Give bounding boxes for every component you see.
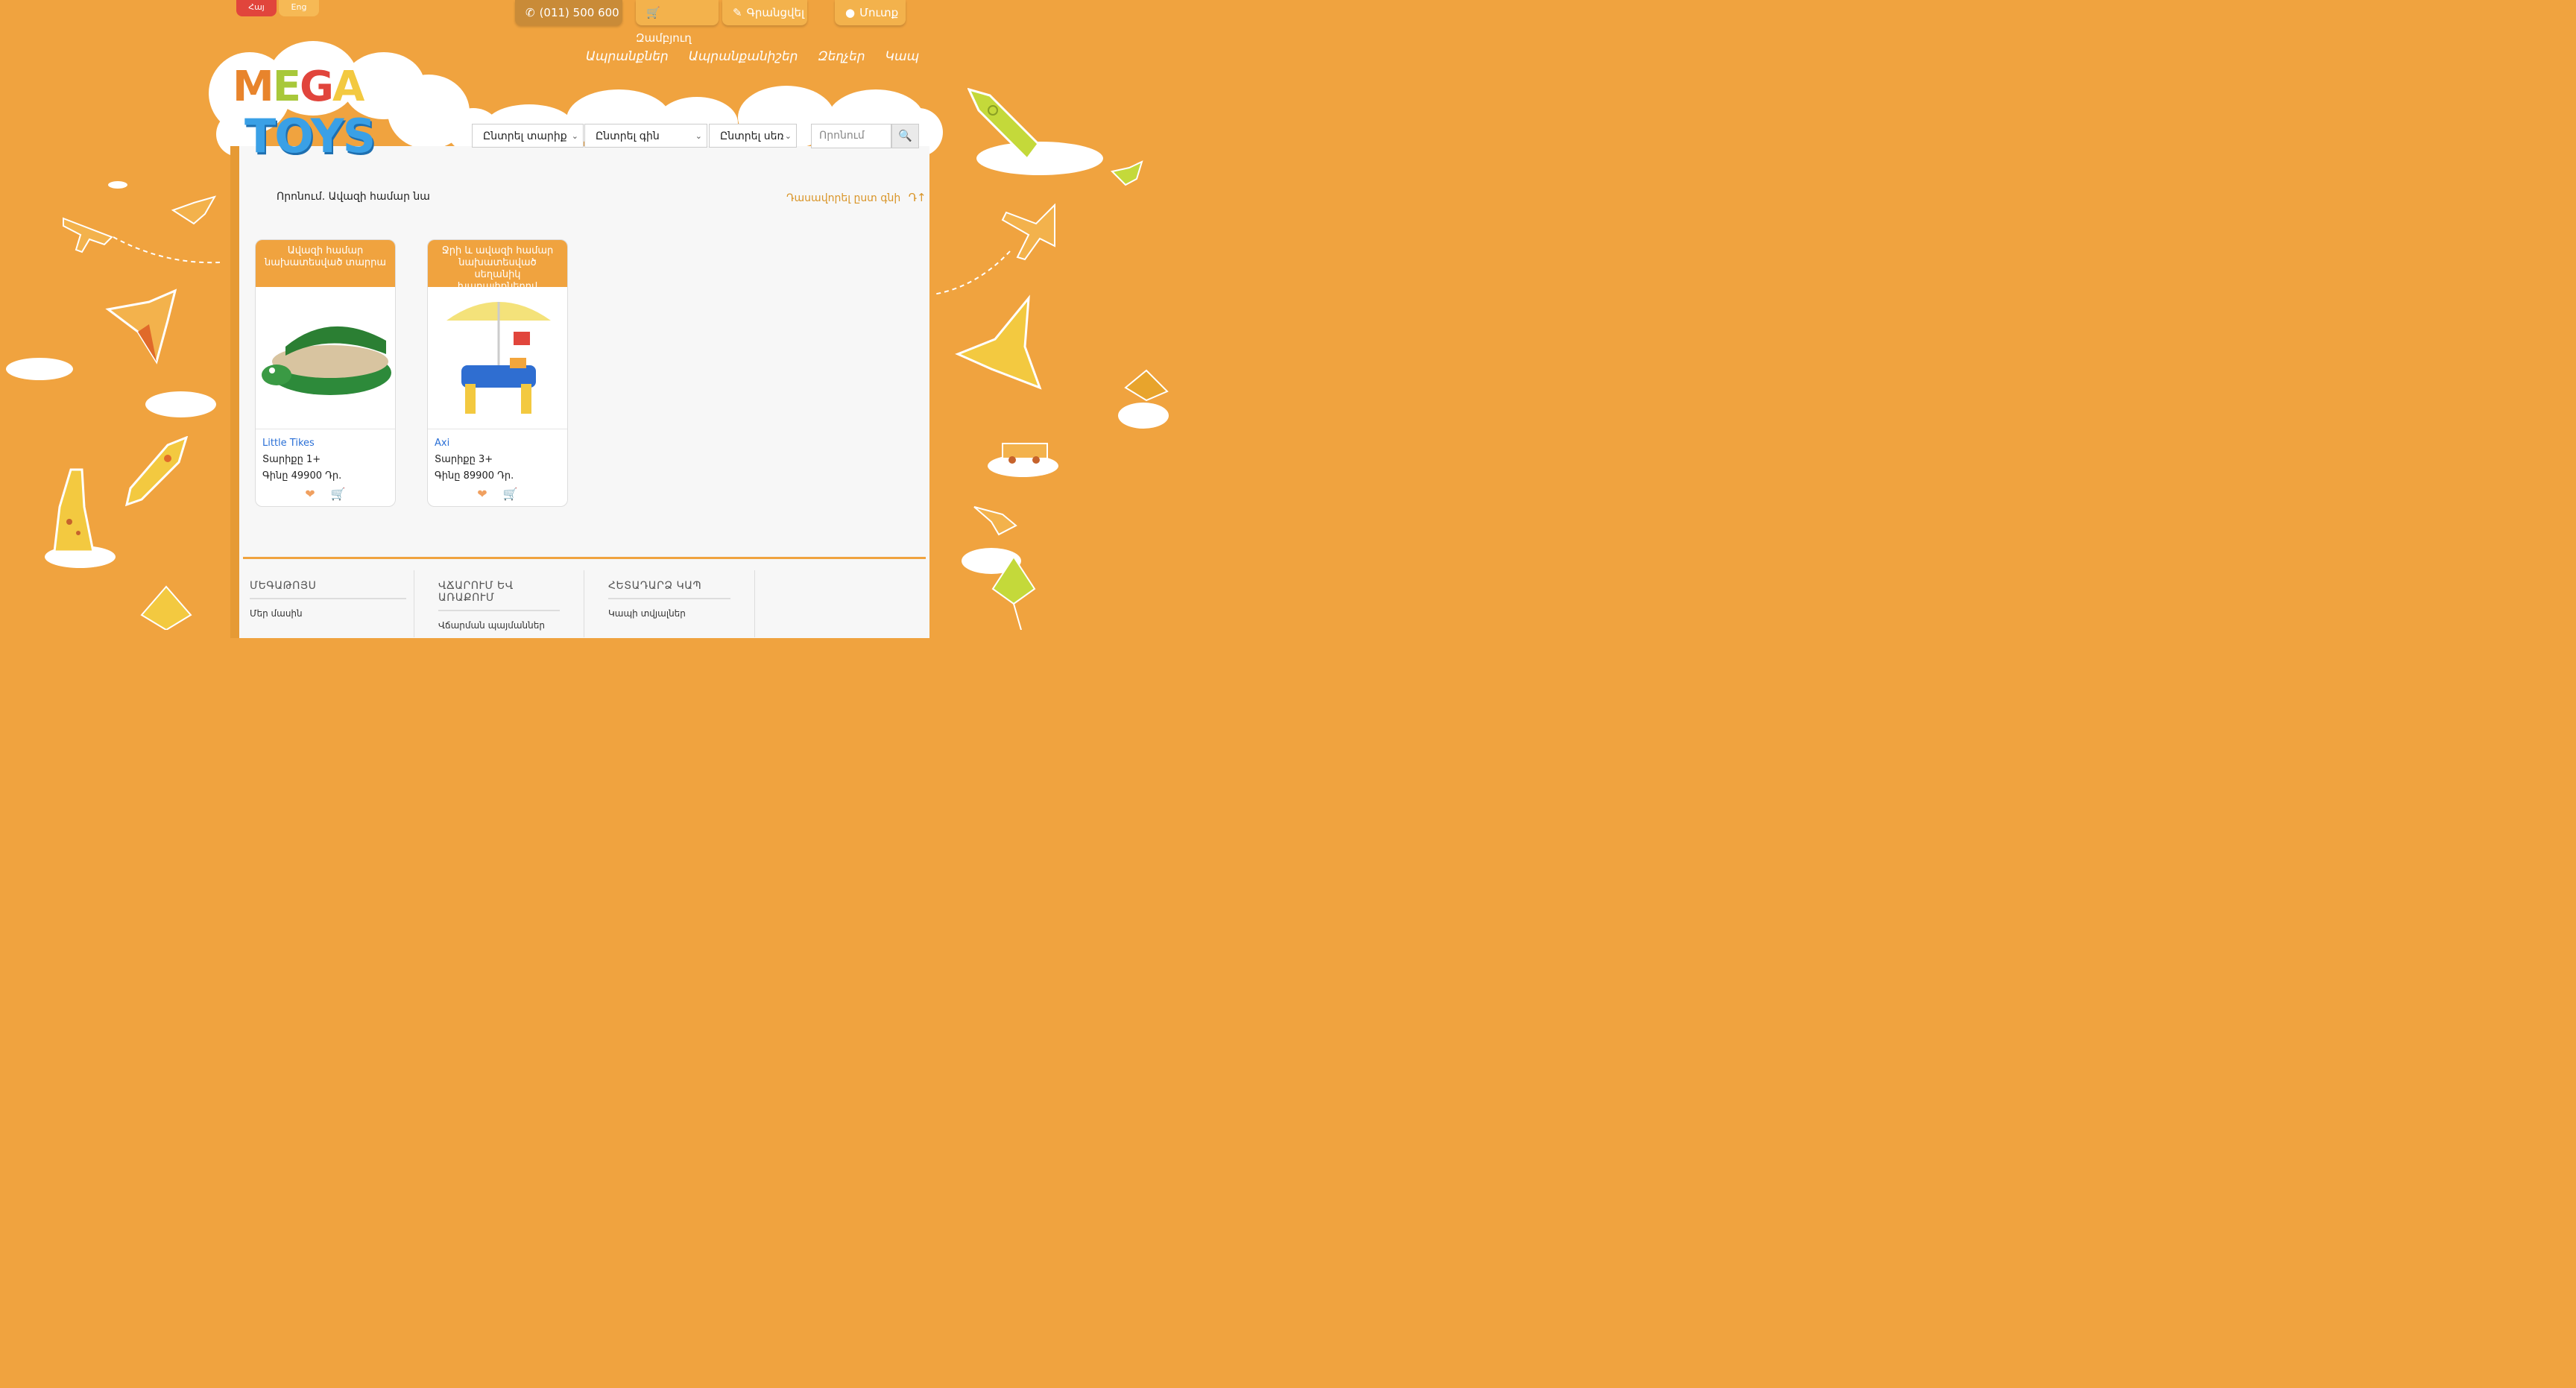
- cart-label: Զամբյուղ: [636, 31, 692, 45]
- favorite-heart-icon[interactable]: ❤: [305, 487, 315, 501]
- language-en-button[interactable]: Eng: [279, 0, 319, 16]
- product-card[interactable]: Ավազի համար նախատեսված տարրա Little Tike…: [255, 239, 396, 507]
- cloud-decoration: [6, 358, 73, 380]
- search-input[interactable]: Որոնում: [811, 124, 891, 148]
- footer-column-megatoys: ՄԵԳԱԹՈՅՍ Մեր մասին: [250, 580, 406, 619]
- nav-discounts[interactable]: Զեղչեր: [818, 49, 865, 64]
- footer-divider: [243, 557, 926, 559]
- product-age: Տարիքը 3+: [435, 454, 493, 465]
- main-nav: Ապրանքներ Ապրանքանիշեր Զեղչեր Կապ: [586, 49, 919, 64]
- cloud-decoration: [1118, 403, 1169, 429]
- gender-select[interactable]: Ընտրել սեռ ⌄: [709, 124, 797, 148]
- product-actions: ❤ 🛒: [256, 487, 395, 501]
- rocket-icon: [967, 88, 1040, 161]
- rocket-icon: [124, 436, 189, 507]
- nav-brands[interactable]: Ապրանքանիշեր: [689, 49, 798, 64]
- footer-heading-bar: [250, 598, 406, 599]
- nav-products[interactable]: Ապրանքներ: [586, 49, 669, 64]
- sort-arrow-icon: Դ↑: [908, 191, 926, 204]
- logo-toys: TOYS: [244, 109, 376, 163]
- footer-heading-bar: [438, 610, 560, 611]
- footer-column-contact: ՀԵՏԱԴԱՐՁ ԿԱՊ Կապի տվյալներ: [608, 580, 730, 619]
- logo-mega: MEGA: [233, 63, 364, 111]
- cloud-decoration: [108, 181, 127, 189]
- cart-button[interactable]: 🛒 Զամբյուղ: [636, 0, 719, 45]
- cart-icon: 🛒: [646, 6, 660, 19]
- bird-icon: [105, 288, 177, 365]
- product-image[interactable]: [428, 287, 567, 429]
- kite-icon: [140, 585, 192, 630]
- phone-number: (011) 500 600: [539, 6, 619, 19]
- bird-icon: [171, 195, 216, 225]
- product-price: Գինը 49900 Դր.: [262, 470, 342, 482]
- chevron-down-icon: ⌄: [571, 131, 578, 141]
- bird-icon: [955, 294, 1042, 390]
- chevron-down-icon: ⌄: [784, 131, 792, 141]
- bird-icon: [1124, 369, 1169, 402]
- register-icon: ✎: [733, 6, 742, 19]
- turtle-sandbox-image: [262, 326, 391, 395]
- footer-heading: ՎՃԱՐՈՒՄ ԵՎ ԱՌԱՔՈՒՄ: [438, 580, 514, 604]
- phone-button[interactable]: ✆ (011) 500 600: [515, 0, 622, 25]
- footer-column-payment: ՎՃԱՐՈՒՄ ԵՎ ԱՌԱՔՈՒՄ Վճարման պայմաններ: [438, 580, 560, 631]
- footer-heading-bar: [608, 598, 730, 599]
- login-button[interactable]: ● Մուտք: [835, 0, 906, 25]
- language-hy-button[interactable]: Հայ: [236, 0, 277, 16]
- sort-by-price-button[interactable]: Դասավորել ըստ գնի Դ↑: [786, 191, 926, 204]
- add-to-cart-icon[interactable]: 🛒: [331, 487, 346, 501]
- product-title[interactable]: Ավազի համար նախատեսված տարրա: [256, 240, 395, 287]
- product-image[interactable]: [256, 287, 395, 429]
- search-button[interactable]: 🔍: [891, 124, 919, 148]
- price-select-label: Ընտրել գին: [596, 130, 660, 142]
- bird-icon: [973, 506, 1017, 536]
- search-results-label: Որոնում. Ավազի համար նա: [277, 191, 430, 203]
- train-icon: [1002, 443, 1048, 464]
- kite-icon: [991, 555, 1036, 630]
- footer-separator: [754, 570, 755, 637]
- plane-icon: [63, 217, 113, 253]
- age-select[interactable]: Ընտրել տարիք ⌄: [472, 124, 584, 148]
- product-card[interactable]: Ջրի և ավազի համար նախատեսված սեղանիկ խաղ…: [427, 239, 568, 507]
- footer-link[interactable]: Մեր մասին: [250, 608, 406, 619]
- login-label: Մուտք: [859, 6, 899, 19]
- user-icon: ●: [845, 6, 856, 19]
- gender-select-label: Ընտրել սեռ: [720, 130, 784, 142]
- footer-link[interactable]: Վճարման պայմաններ: [438, 620, 560, 631]
- add-to-cart-icon[interactable]: 🛒: [503, 487, 518, 501]
- register-label: Գրանցվել: [746, 6, 805, 19]
- product-price: Գինը 89900 Դր.: [435, 470, 514, 482]
- panel-edge: [230, 146, 239, 638]
- sand-water-table-image: [446, 302, 551, 414]
- cloud-decoration: [145, 391, 216, 417]
- search-icon: 🔍: [898, 129, 912, 142]
- product-title[interactable]: Ջրի և ավազի համար նախատեսված սեղանիկ խաղ…: [428, 240, 567, 292]
- age-select-label: Ընտրել տարիք: [483, 130, 567, 142]
- phone-icon: ✆: [525, 6, 535, 19]
- product-age: Տարիքը 1+: [262, 454, 321, 465]
- product-brand-link[interactable]: Little Tikes: [262, 438, 315, 449]
- dashed-trail-icon: [932, 250, 1011, 295]
- bird-icon: [1111, 160, 1143, 186]
- dashed-trail-icon: [113, 236, 221, 264]
- nav-contact[interactable]: Կապ: [886, 49, 920, 64]
- giraffe-icon: [53, 468, 95, 553]
- sort-label: Դասավորել ըստ գնի: [786, 192, 901, 204]
- product-brand-link[interactable]: Axi: [435, 438, 449, 449]
- chevron-down-icon: ⌄: [695, 131, 702, 141]
- site-logo[interactable]: MEGA TOYS: [224, 52, 417, 164]
- footer-link[interactable]: Կապի տվյալներ: [608, 608, 730, 619]
- footer-heading: ՀԵՏԱԴԱՐՁ ԿԱՊ: [608, 580, 702, 592]
- product-actions: ❤ 🛒: [428, 487, 567, 501]
- register-button[interactable]: ✎ Գրանցվել: [722, 0, 807, 25]
- favorite-heart-icon[interactable]: ❤: [477, 487, 487, 501]
- price-select[interactable]: Ընտրել գին ⌄: [584, 124, 707, 148]
- footer-heading: ՄԵԳԱԹՈՅՍ: [250, 580, 317, 592]
